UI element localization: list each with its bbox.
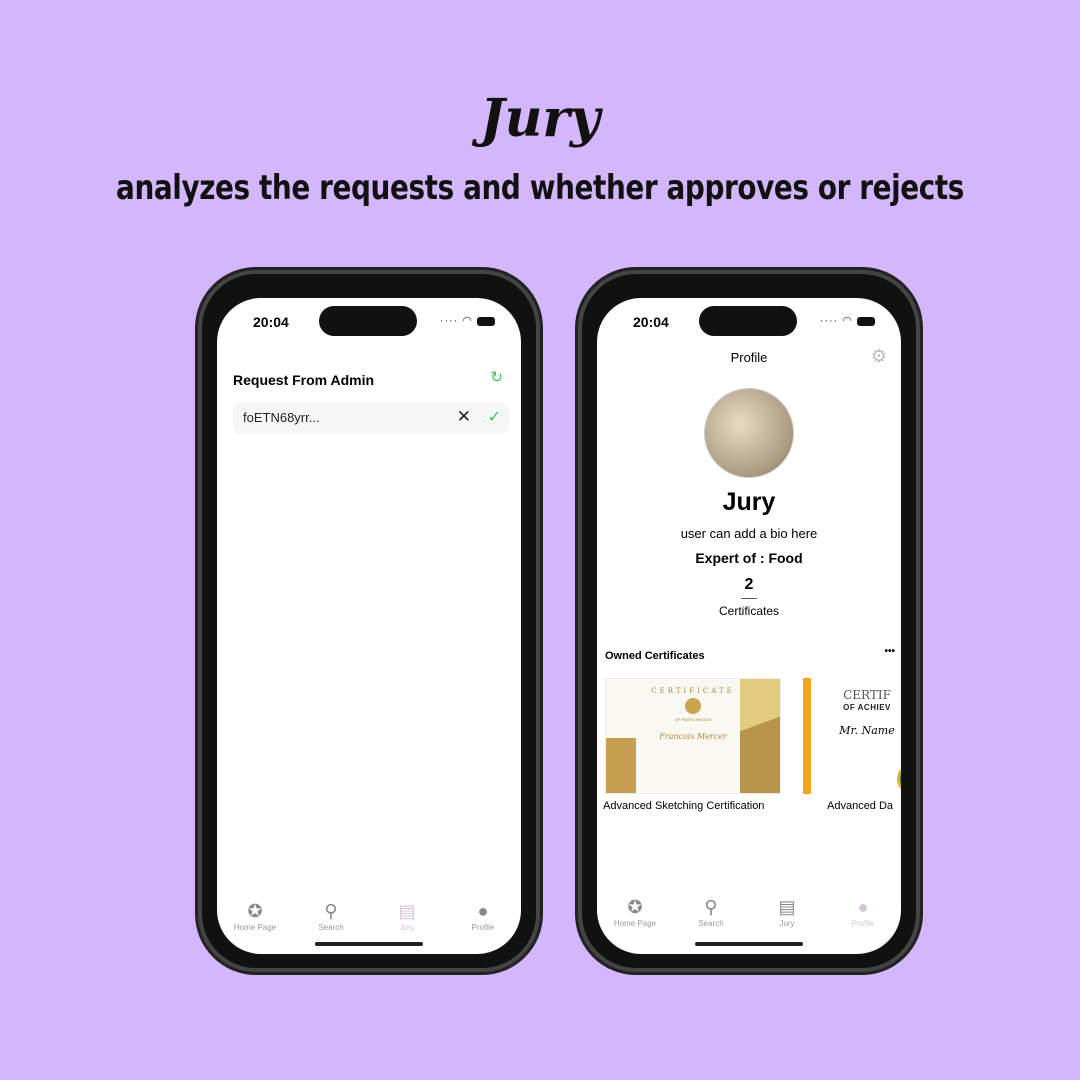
page-subtitle: analyzes the requests and whether approv… (116, 168, 964, 208)
certificate-card[interactable]: CERTIFICATE OF PARTICIPATION Francois Me… (605, 678, 781, 794)
profile-expertise: Expert of : Food (695, 550, 803, 566)
status-time: 20:04 (633, 314, 669, 330)
home-indicator (695, 942, 803, 946)
home-indicator (315, 942, 423, 946)
search-icon: ⚲ (324, 901, 338, 921)
status-time: 20:04 (253, 314, 289, 330)
phone-left: 20:04 ···· ◠ Request From Admin ↻ foETN6… (198, 270, 540, 972)
status-icons: ···· ◠ (820, 314, 875, 327)
divider (741, 598, 757, 599)
tab-bar: ✪ Home Page ⚲ Search ▤ Jury ● Profile (597, 897, 901, 928)
request-row: foETN68yrr... ✕ ✓ (233, 402, 509, 434)
tab-search[interactable]: ⚲ Search (301, 901, 361, 932)
more-button[interactable]: ••• (884, 646, 895, 657)
person-icon: ● (477, 901, 489, 921)
tab-profile[interactable]: ● Profile (833, 897, 893, 928)
signal-icon: ···· (439, 315, 459, 327)
certificate-card[interactable]: CERTIF OF ACHIEV Mr. Name (803, 678, 901, 794)
avatar (704, 388, 794, 478)
tab-label: Home Page (613, 919, 657, 928)
medal-icon (685, 698, 701, 714)
document-icon: ▤ (398, 901, 416, 921)
gold-shape (606, 738, 636, 793)
profile-name: Jury (722, 488, 776, 516)
tab-label: Jury (779, 919, 795, 928)
tab-label: Search (698, 919, 724, 928)
phone-right: 20:04 ···· ◠ Profile ⚙ Jury user can add… (578, 270, 920, 972)
profile-bio: user can add a bio here (680, 526, 818, 541)
request-id[interactable]: foETN68yrr... (243, 410, 320, 425)
tab-jury[interactable]: ▤ Jury (377, 901, 437, 932)
status-icons: ···· ◠ (440, 314, 495, 327)
tab-search[interactable]: ⚲ Search (681, 897, 741, 928)
battery-icon (857, 316, 875, 326)
certificate-sub: OF ACHIEV (843, 703, 891, 712)
tab-home[interactable]: ✪ Home Page (225, 901, 285, 932)
page-title: Jury (479, 88, 601, 149)
tab-label: Jury (399, 923, 415, 932)
screen-profile: 20:04 ···· ◠ Profile ⚙ Jury user can add… (597, 298, 901, 954)
search-icon: ⚲ (704, 897, 718, 917)
award-icon: ✪ (247, 901, 263, 921)
award-icon: ✪ (627, 897, 643, 917)
refresh-icon[interactable]: ↻ (490, 368, 503, 386)
tab-label: Home Page (233, 923, 277, 932)
person-icon: ● (857, 897, 869, 917)
tab-label: Profile (851, 919, 875, 928)
tab-profile[interactable]: ● Profile (453, 901, 513, 932)
signal-icon: ···· (819, 315, 839, 327)
owned-certificates-title: Owned Certificates (605, 650, 705, 662)
tab-home[interactable]: ✪ Home Page (605, 897, 665, 928)
dynamic-island (319, 306, 417, 336)
tab-label: Profile (471, 923, 495, 932)
battery-icon (477, 316, 495, 326)
certificate-title: Advanced Sketching Certification (603, 800, 765, 812)
settings-icon[interactable]: ⚙ (871, 346, 887, 367)
certificate-heading: CERTIF (843, 688, 891, 702)
profile-title: Profile (730, 350, 768, 365)
dynamic-island (699, 306, 797, 336)
approve-button[interactable]: ✓ (488, 407, 501, 427)
screen-requests: 20:04 ···· ◠ Request From Admin ↻ foETN6… (217, 298, 521, 954)
gold-shape (740, 679, 780, 793)
wifi-icon: ◠ (462, 315, 473, 327)
requests-title: Request From Admin (233, 372, 375, 388)
certificate-label: Certificates (718, 604, 780, 618)
document-icon: ▤ (778, 897, 796, 917)
certificate-title: Advanced Da (827, 800, 894, 812)
reject-button[interactable]: ✕ (457, 407, 471, 427)
certificate-recipient: Mr. Name (839, 724, 895, 737)
tab-bar: ✪ Home Page ⚲ Search ▤ Jury ● Profile (217, 901, 521, 932)
tab-jury[interactable]: ▤ Jury (757, 897, 817, 928)
certificate-count: 2 (744, 576, 754, 593)
wifi-icon: ◠ (842, 315, 853, 327)
tab-label: Search (318, 923, 344, 932)
badge-icon (897, 764, 901, 794)
